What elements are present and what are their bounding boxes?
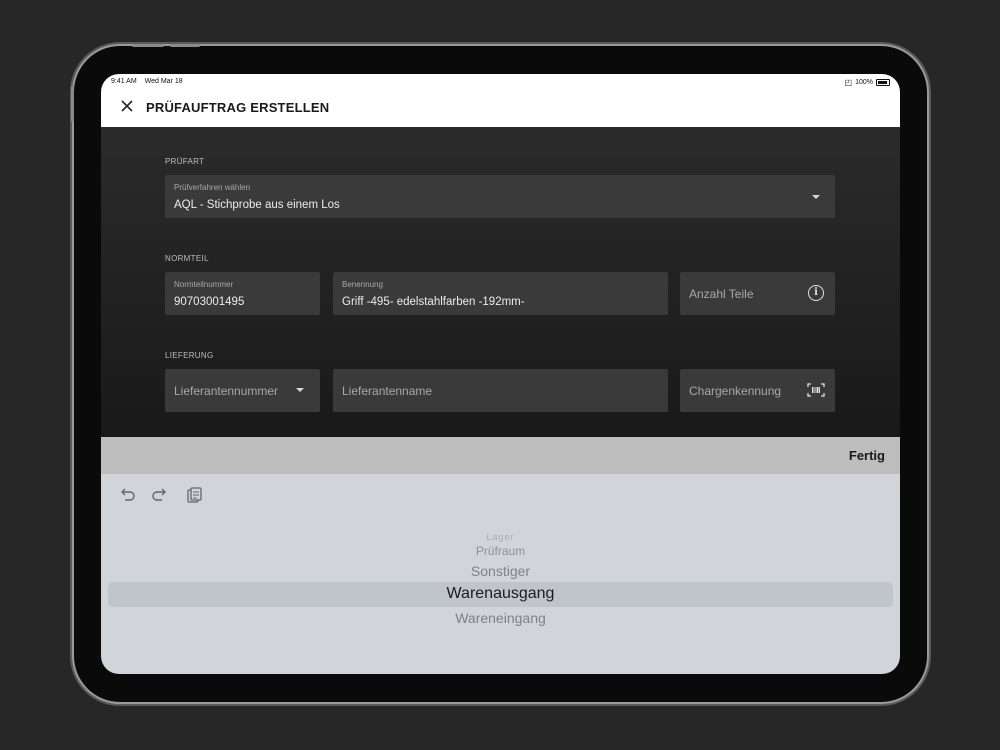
wifi-icon: ◰ bbox=[844, 78, 853, 87]
test-method-value: AQL - Stichprobe aus einem Los bbox=[174, 199, 340, 211]
status-indicators: ◰ 100% bbox=[845, 78, 890, 87]
part-count-field[interactable]: Anzahl Teile i bbox=[680, 272, 835, 315]
supplier-number-placeholder: Lieferantennummer bbox=[174, 384, 279, 398]
batch-id-field[interactable]: Chargenkennung bbox=[680, 369, 835, 412]
screen: 9:41 AM Wed Mar 18 ◰ 100% PRÜFAUFTRAG ER… bbox=[101, 74, 900, 674]
status-bar: 9:41 AM Wed Mar 18 bbox=[111, 78, 189, 85]
section-label-normteil: NORMTEIL bbox=[165, 254, 209, 263]
info-icon[interactable]: i bbox=[808, 285, 824, 301]
supplier-name-placeholder: Lieferantenname bbox=[342, 384, 433, 398]
side-button bbox=[71, 86, 74, 122]
status-date: Wed Mar 18 bbox=[144, 78, 183, 85]
done-button[interactable]: Fertig bbox=[849, 448, 885, 463]
part-number-field[interactable]: Normteilnummer 90703001495 bbox=[165, 272, 320, 315]
picker-wheel[interactable]: Lager Prüfraum Sonstiger Warenausgang Wa… bbox=[101, 474, 900, 674]
barcode-icon[interactable] bbox=[807, 383, 825, 397]
picker-option[interactable]: Sonstiger bbox=[101, 563, 900, 579]
top-button bbox=[132, 44, 164, 47]
test-method-label: Prüfverfahren wählen bbox=[174, 183, 251, 192]
picker-option-selected[interactable]: Warenausgang bbox=[101, 585, 900, 603]
part-name-label: Benennung bbox=[342, 280, 383, 289]
page-title: PRÜFAUFTRAG ERSTELLEN bbox=[146, 100, 330, 115]
chevron-down-icon bbox=[812, 195, 820, 199]
part-number-label: Normteilnummer bbox=[174, 280, 234, 289]
part-name-value: Griff -495- edelstahlfarben -192mm- bbox=[342, 296, 525, 308]
redo-icon[interactable] bbox=[151, 486, 169, 504]
app-header: 9:41 AM Wed Mar 18 ◰ 100% PRÜFAUFTRAG ER… bbox=[101, 74, 900, 127]
chevron-down-icon bbox=[296, 388, 304, 392]
status-time: 9:41 AM bbox=[111, 78, 137, 85]
close-icon[interactable] bbox=[119, 98, 135, 114]
section-label-prufart: PRÜFART bbox=[165, 157, 205, 166]
supplier-name-field[interactable]: Lieferantenname bbox=[333, 369, 668, 412]
picker-option[interactable]: Wareneingang bbox=[101, 610, 900, 626]
part-name-field[interactable]: Benennung Griff -495- edelstahlfarben -1… bbox=[333, 272, 668, 315]
battery-percent: 100% bbox=[855, 79, 873, 86]
picker-option[interactable]: Lager bbox=[101, 532, 900, 542]
supplier-number-select[interactable]: Lieferantennummer bbox=[165, 369, 320, 412]
part-count-placeholder: Anzahl Teile bbox=[689, 287, 754, 301]
battery-icon bbox=[876, 79, 890, 86]
section-label-lieferung: LIEFERUNG bbox=[165, 351, 214, 360]
form-area: PRÜFART Prüfverfahren wählen AQL - Stich… bbox=[101, 127, 900, 437]
picker-toolbar: Fertig bbox=[101, 437, 900, 474]
undo-icon[interactable] bbox=[118, 486, 136, 504]
paste-icon[interactable] bbox=[185, 486, 203, 504]
test-method-select[interactable]: Prüfverfahren wählen AQL - Stichprobe au… bbox=[165, 175, 835, 218]
batch-id-placeholder: Chargenkennung bbox=[689, 384, 782, 398]
part-number-value: 90703001495 bbox=[174, 296, 245, 308]
picker-option[interactable]: Prüfraum bbox=[101, 544, 900, 558]
top-button bbox=[170, 44, 200, 47]
